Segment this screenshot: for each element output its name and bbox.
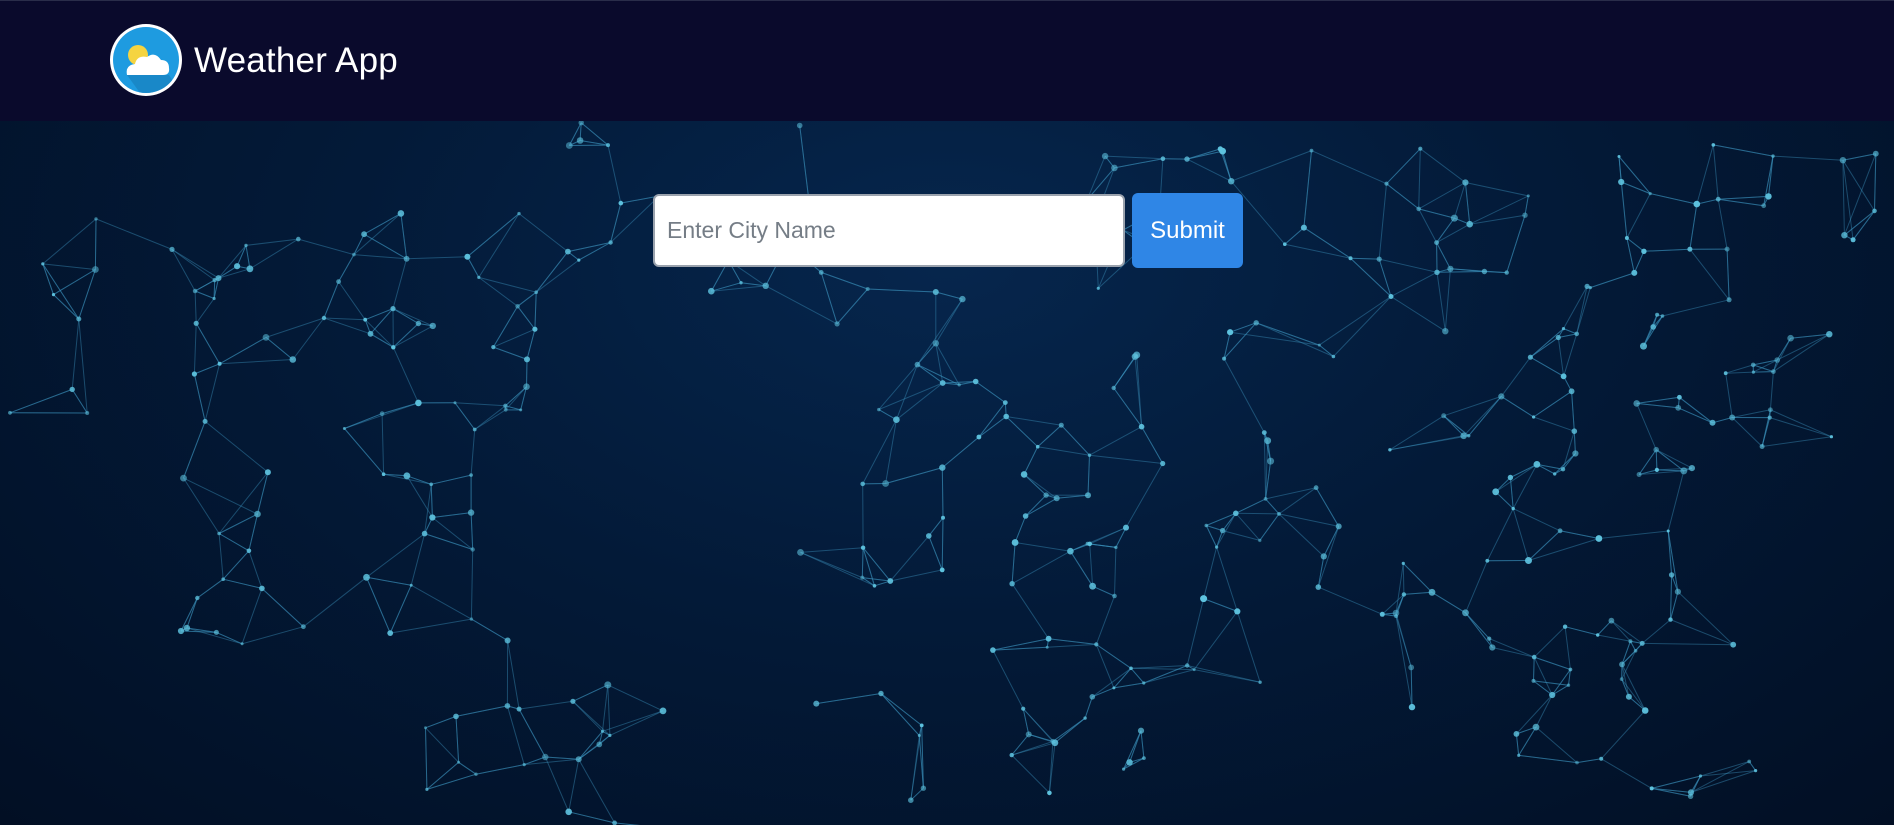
top-navbar: Weather App [0, 0, 1894, 121]
city-search-form: Submit [653, 193, 1243, 268]
weather-logo-icon [110, 24, 182, 96]
brand-link[interactable]: Weather App [110, 24, 398, 96]
submit-button[interactable]: Submit [1132, 193, 1243, 268]
app-title: Weather App [194, 40, 398, 80]
city-name-input[interactable] [653, 194, 1125, 267]
